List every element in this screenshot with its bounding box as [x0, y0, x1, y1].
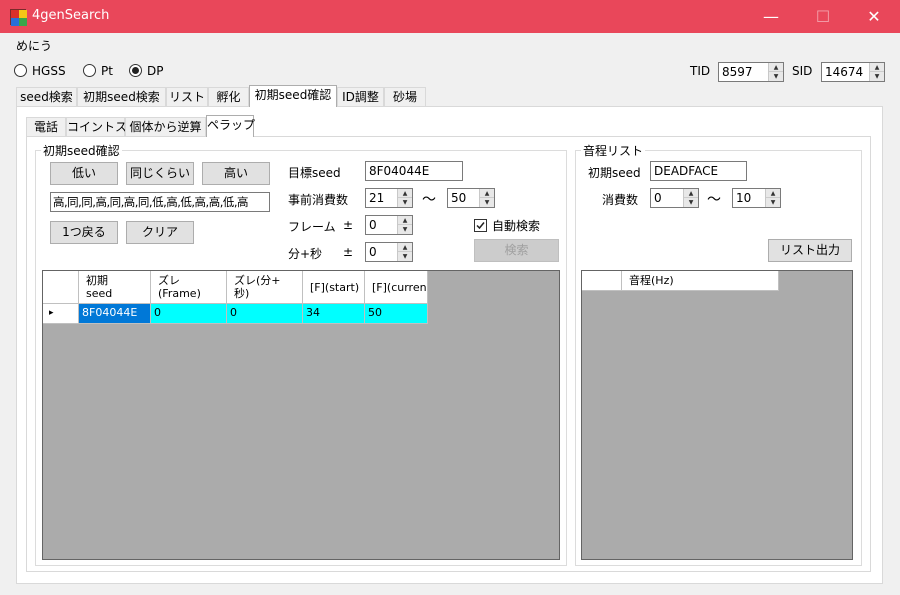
target-seed-label: 目標seed — [288, 166, 341, 180]
spin-up-icon[interactable]: ▲ — [684, 189, 698, 198]
spin-up-icon[interactable]: ▲ — [398, 189, 412, 198]
pre-consume-min-spinner[interactable]: 21 ▲ ▼ — [365, 188, 413, 208]
col-header-f-current[interactable]: [F](curren — [365, 271, 428, 304]
table-cell[interactable]: 0 — [227, 304, 303, 324]
radio-checked-icon — [129, 64, 142, 77]
tab-phone[interactable]: 電話 — [26, 117, 66, 137]
minsec-label: 分+秒 — [288, 247, 323, 261]
same-button[interactable]: 同じくらい — [126, 162, 194, 185]
maximize-button: ☐ — [815, 7, 831, 26]
radio-pt[interactable]: Pt — [83, 64, 113, 78]
radio-circle-icon — [14, 64, 27, 77]
spin-down-icon[interactable]: ▼ — [480, 198, 494, 207]
high-button[interactable]: 高い — [202, 162, 270, 185]
table-cell[interactable]: 50 — [365, 304, 428, 324]
target-seed-field[interactable]: 8F04044E — [365, 161, 463, 181]
back-one-button[interactable]: 1つ戻る — [50, 221, 118, 244]
tab-reverse-from-individual[interactable]: 個体から逆算 — [125, 117, 206, 137]
spin-up-icon[interactable]: ▲ — [769, 63, 783, 72]
tab-list[interactable]: リスト — [166, 87, 208, 107]
confirm-group-title: 初期seed確認 — [41, 142, 122, 159]
tab-chatot[interactable]: ペラップ — [206, 115, 255, 137]
pitch-consume-max-spinner[interactable]: 10 ▲ ▼ — [732, 188, 781, 208]
sid-spinner[interactable]: 14674 ▲ ▼ — [821, 62, 885, 82]
window-title: 4genSearch — [32, 8, 110, 23]
pre-consume-max-spinner[interactable]: 50 ▲ ▼ — [447, 188, 495, 208]
table-cell[interactable]: 0 — [151, 304, 227, 324]
spin-down-icon[interactable]: ▼ — [769, 72, 783, 81]
close-button[interactable]: ✕ — [851, 0, 897, 33]
checkmark-icon — [474, 219, 487, 232]
frame-spinner[interactable]: 0 ▲ ▼ — [365, 215, 413, 235]
tab-sandbox[interactable]: 砂場 — [384, 87, 426, 107]
table-cell[interactable]: 34 — [303, 304, 365, 324]
sid-label: SID — [792, 64, 813, 78]
spin-up-icon[interactable]: ▲ — [398, 216, 412, 225]
spin-down-icon[interactable]: ▼ — [398, 252, 412, 261]
low-button[interactable]: 低い — [50, 162, 118, 185]
tab-initial-seed-search[interactable]: 初期seed検索 — [77, 87, 166, 107]
spin-up-icon[interactable]: ▲ — [870, 63, 884, 72]
frame-label: フレーム — [288, 220, 336, 234]
pitch-grid[interactable]: 音程(Hz) — [581, 270, 853, 560]
tab-seed-search[interactable]: seed検索 — [16, 87, 77, 107]
minsec-spinner[interactable]: 0 ▲ ▼ — [365, 242, 413, 262]
pre-consume-label: 事前消費数 — [288, 193, 349, 207]
pitch-seed-field[interactable]: DEADFACE — [650, 161, 747, 181]
minsec-pm: ± — [343, 245, 354, 259]
row-indicator-icon: ▸ — [43, 304, 79, 324]
spin-down-icon[interactable]: ▼ — [398, 225, 412, 234]
title-bar[interactable]: 4genSearch — ☐ ✕ — [0, 0, 900, 33]
pitch-seed-label: 初期seed — [588, 166, 641, 180]
tab-id-adjust[interactable]: ID調整 — [337, 87, 384, 107]
search-button[interactable]: 検索 — [474, 239, 559, 262]
tab-coin-toss[interactable]: コイントス — [66, 117, 127, 137]
pitch-range-tilde: ～ — [707, 192, 721, 208]
col-header-f-start[interactable]: [F](start) — [303, 271, 365, 304]
grid-corner — [43, 271, 79, 304]
tab-hatch[interactable]: 孵化 — [208, 87, 249, 107]
spin-down-icon[interactable]: ▼ — [870, 72, 884, 81]
export-list-button[interactable]: リスト出力 — [768, 239, 852, 262]
pitch-list-title: 音程リスト — [581, 142, 646, 159]
table-cell[interactable]: 8F04044E — [79, 304, 151, 324]
minimize-button[interactable]: — — [748, 0, 794, 33]
spin-down-icon[interactable]: ▼ — [766, 198, 780, 207]
menu-bar — [0, 33, 900, 55]
sequence-field[interactable]: 高,同,同,高,同,高,同,低,高,低,高,高,低,高 — [50, 192, 270, 212]
col-header-offset-frame[interactable]: ズレ (Frame) — [151, 271, 227, 304]
tid-label: TID — [690, 64, 711, 78]
result-grid[interactable]: 初期 seed ズレ (Frame) ズレ(分+ 秒) [F](start) [… — [42, 270, 560, 560]
pitch-consume-label: 消費数 — [602, 193, 639, 207]
range-tilde: ～ — [422, 192, 436, 208]
tid-spinner[interactable]: 8597 ▲ ▼ — [718, 62, 784, 82]
frame-pm: ± — [343, 218, 354, 232]
spin-down-icon[interactable]: ▼ — [398, 198, 412, 207]
col-header-offset-minsec[interactable]: ズレ(分+ 秒) — [227, 271, 303, 304]
spin-down-icon[interactable]: ▼ — [684, 198, 698, 207]
grid-corner — [582, 271, 622, 291]
tab-initial-seed-confirm[interactable]: 初期seed確認 — [249, 85, 337, 107]
menu-item[interactable]: めにう — [16, 37, 52, 54]
app-icon — [10, 9, 27, 26]
clear-button[interactable]: クリア — [126, 221, 194, 244]
spin-up-icon[interactable]: ▲ — [480, 189, 494, 198]
radio-hgss[interactable]: HGSS — [14, 64, 66, 78]
col-header-pitch[interactable]: 音程(Hz) — [622, 271, 779, 291]
auto-search-checkbox[interactable]: 自動検索 — [474, 217, 540, 234]
pitch-consume-min-spinner[interactable]: 0 ▲ ▼ — [650, 188, 699, 208]
spin-up-icon[interactable]: ▲ — [398, 243, 412, 252]
radio-dp[interactable]: DP — [129, 64, 163, 78]
radio-circle-icon — [83, 64, 96, 77]
spin-up-icon[interactable]: ▲ — [766, 189, 780, 198]
col-header-seed[interactable]: 初期 seed — [79, 271, 151, 304]
